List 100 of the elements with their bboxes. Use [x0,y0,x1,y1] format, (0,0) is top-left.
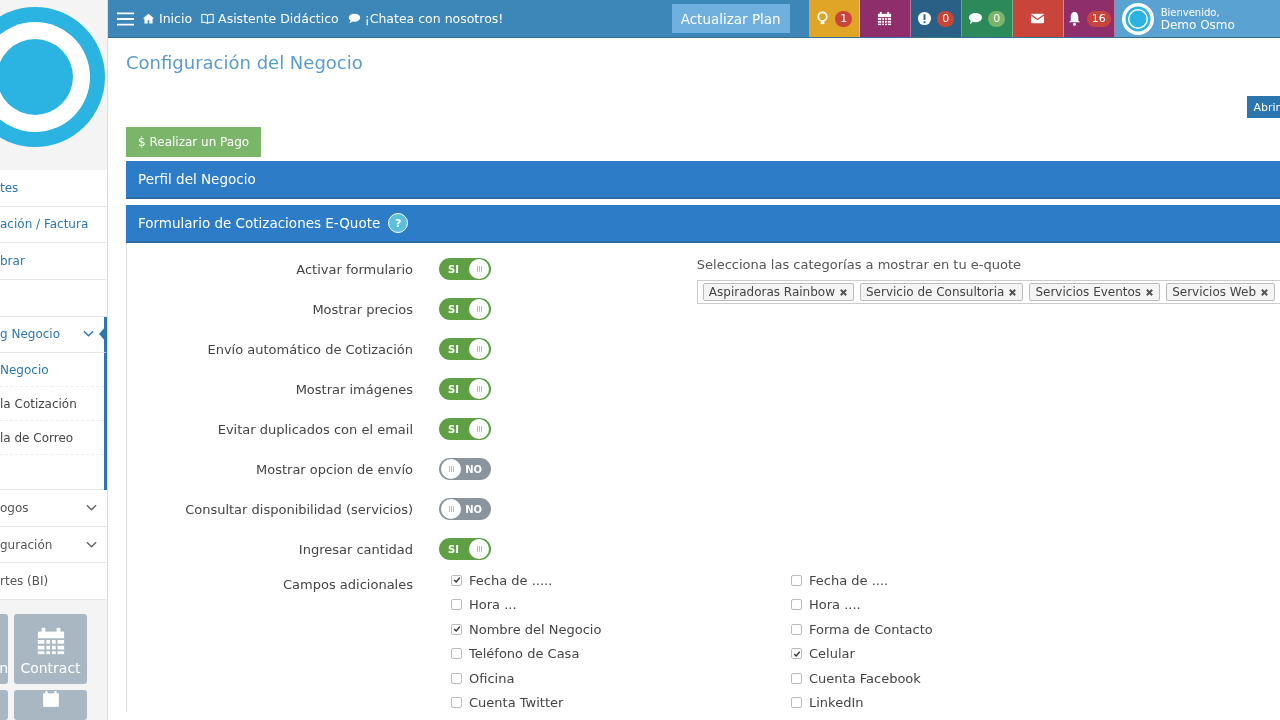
checkbox[interactable] [791,574,802,586]
checkbox[interactable] [791,672,802,684]
checkbox[interactable] [451,672,462,684]
chat-icon [347,12,361,25]
checkbox-label: Hora ... [469,597,517,613]
remove-icon[interactable] [1008,287,1018,297]
sidebar-item[interactable]: rtes (BI) [0,563,107,600]
shortcut-tile[interactable]: Contract [14,614,87,684]
sidebar-item[interactable]: ogos [0,490,107,527]
sidebar-subitem[interactable]: Negocio [0,353,104,388]
setting-label: Mostrar imágenes [294,381,413,397]
checkbox[interactable] [791,648,802,660]
payment-button[interactable]: $ Realizar un Pago [126,127,262,157]
nav-link[interactable]: Asistente Didáctico [201,11,339,26]
toggle-switch[interactable]: SI [439,258,491,280]
shortcut-tile[interactable] [0,690,8,720]
lightbulb-icon [815,11,831,26]
checkbox[interactable] [791,623,802,635]
checkbox-label: Cuenta Facebook [809,670,921,686]
category-select[interactable]: Aspiradoras Rainbow Servicio de Consultoria Servicios Eventos Servicios Web [696,280,1280,304]
shortcut-tile[interactable]: n [0,614,8,684]
shortcut-tile[interactable] [14,690,87,720]
upgrade-button[interactable]: Actualizar Plan [671,4,790,33]
checkbox-label: Fecha de .... [809,572,889,588]
calendar-icon [35,626,66,656]
notification-tile[interactable] [859,0,911,37]
notification-tile[interactable] [1012,0,1064,37]
checkbox-label: Forma de Contacto [809,621,933,637]
panel-header[interactable]: Perfil del Negocio [126,161,1280,199]
remove-icon[interactable] [838,287,848,297]
sidebar-item[interactable] [0,279,107,317]
setting-label: Consultar disponibilidad (servicios) [184,501,413,517]
checkbox-label: LinkedIn [809,695,864,711]
notification-tile[interactable]: 1 [808,0,860,37]
envelope-icon [1030,11,1046,26]
notification-tile[interactable]: 0 [961,0,1013,37]
panel-header[interactable]: Formulario de Cotizaciones E-Quote ? [126,205,1280,243]
remove-icon[interactable] [1260,287,1269,297]
panel-title: Formulario de Cotizaciones E-Quote [138,215,381,231]
checkbox-label: Celular [809,646,855,662]
nav-link[interactable]: Inicio [142,11,193,26]
chevron-icon [86,503,97,512]
sidebar-item[interactable]: tes [0,170,107,207]
checkbox-label: Teléfono de Casa [469,646,580,662]
menu-icon[interactable] [117,11,134,26]
checkbox[interactable] [451,599,462,611]
sidebar-subitem[interactable]: la de Correo [0,421,104,456]
checkbox-label: Nombre del Negocio [469,621,602,637]
count-badge: 1 [835,10,853,27]
checkbox[interactable] [451,623,462,635]
category-tag: Servicios Web [1166,283,1275,301]
checkbox[interactable] [451,574,462,586]
user-area[interactable]: Bienvenido, Demo Osmo [1114,0,1280,37]
count-badge: 0 [937,10,955,27]
remove-icon[interactable] [1145,287,1155,297]
chevron-icon [83,330,94,339]
avatar-icon [1120,1,1155,36]
nav-link[interactable]: ¡Chatea con nosotros! [347,11,504,26]
alert-icon [917,11,933,26]
sidebar-subitem[interactable]: la Cotización [0,387,104,422]
category-tag: Servicio de Consultoria [859,283,1024,301]
setting-label: Envío automático de Cotización [206,341,413,357]
checkbox[interactable] [791,599,802,611]
toggle-switch[interactable]: SI [439,378,491,400]
greeting-text: Bienvenido, [1160,5,1221,19]
checkbox[interactable] [451,697,462,709]
checkbox-label: Oficina [469,670,515,686]
open-button[interactable]: Abrir [1247,96,1280,118]
count-badge: 16 [1086,10,1111,27]
setting-label: Activar formulario [295,261,413,277]
user-name: Demo Osmo [1160,18,1235,32]
sidebar-item[interactable]: g Negocio [0,316,107,354]
categories-label: Selecciona las categorías a mostrar en tu e-quote [696,257,1023,272]
fields-label: Campos adicionales [282,577,413,594]
home-icon [142,12,155,25]
notification-tile[interactable]: 0 [910,0,962,37]
sidebar-item[interactable]: brar [0,243,107,280]
chevron-icon [86,540,97,549]
panel-title: Perfil del Negocio [138,171,256,187]
chat-icon [968,11,984,26]
calendar-icon [877,11,893,26]
sidebar-item[interactable]: guración [0,526,107,564]
category-tag: Servicios Eventos [1029,283,1161,301]
checkbox-label: Cuenta Twitter [469,695,564,711]
notification-tile[interactable]: 16 [1063,0,1115,37]
setting-label: Mostrar precios [311,301,413,317]
toggle-switch[interactable]: SI [439,418,491,440]
toggle-switch[interactable]: SI [439,298,491,320]
setting-label: Ingresar cantidad [297,541,413,557]
toggle-switch[interactable]: NO [439,458,491,480]
toggle-switch[interactable]: SI [439,338,491,360]
checkbox[interactable] [791,697,802,709]
checkbox[interactable] [451,648,462,660]
help-button[interactable]: ? [388,213,409,233]
toggle-switch[interactable]: NO [439,498,491,520]
toggle-switch[interactable]: SI [439,538,491,560]
page-title: Configuración del Negocio [126,52,364,75]
sidebar-item[interactable]: ación / Factura [0,206,107,244]
checkbox-label: Hora .... [809,597,861,613]
book-icon [201,12,215,25]
